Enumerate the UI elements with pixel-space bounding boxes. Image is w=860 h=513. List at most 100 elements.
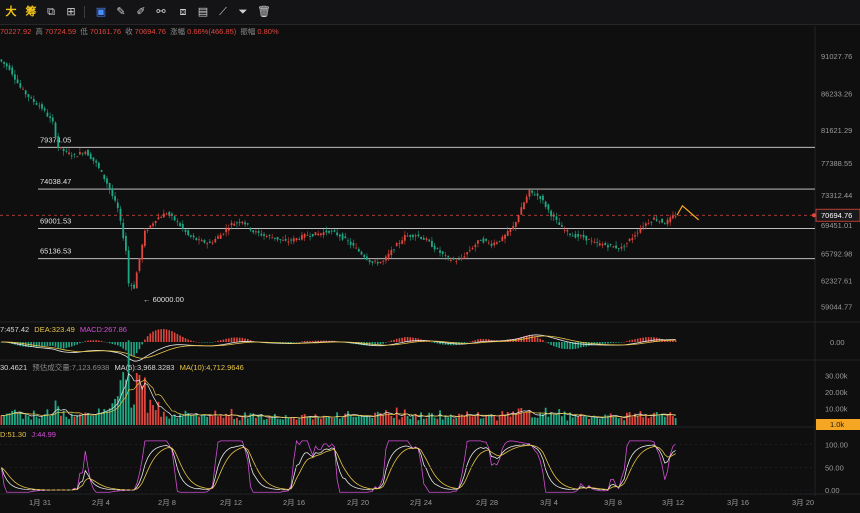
candle-body [54,122,57,137]
macd-bar [382,342,384,344]
macd-bar [395,338,398,342]
macd-bar [414,337,417,342]
macd-bar [81,342,84,343]
macd-bar [22,342,24,347]
candle-body [127,250,130,284]
price-axis-tick: 81621.29 [821,126,852,135]
volume-current-label: 1.0k [830,420,844,429]
candle-body [195,237,198,241]
macd-dea-value: DEA:323.49 [34,325,75,334]
macd-bar [116,342,119,346]
macd-bar [311,340,314,342]
volume-bar [644,414,647,425]
candle-body [325,230,328,233]
volume-ma10-line [1,379,676,419]
volume-bar [409,418,412,425]
candle-body [8,65,11,70]
candle-body [143,230,146,247]
volume-bar [108,408,111,425]
candle-body [355,247,357,249]
macd-header: 7:457.42 DEA:323.49 MACD:267.86 [0,324,130,335]
price-axis-tick: 91027.76 [821,52,852,61]
price-axis-tick: 86233.26 [821,90,852,99]
macd-bar [360,342,363,346]
macd-bar [179,335,181,342]
candle-body [257,231,260,233]
volume-bar [168,418,171,425]
candle-body [604,243,607,246]
candle-body [287,241,290,243]
candle-body [420,236,422,239]
candle-body [141,244,144,260]
candle-body [525,196,528,203]
volume-bar [246,418,249,425]
volume-bar [523,412,525,425]
candle-body [119,208,122,221]
date-axis-tick: 3月 16 [727,498,749,507]
candle-body [349,241,352,245]
candle-body [279,239,282,240]
volume-bar [11,410,14,425]
macd-bar [192,341,195,342]
candle-body [252,230,255,233]
candle-body [501,236,504,241]
candle-body [428,239,431,242]
candle-body [542,195,544,201]
volume-bar [241,415,244,425]
candle-body [238,221,241,223]
volume-bar [352,416,355,425]
volume-bar [468,416,471,425]
volume-bar [390,415,393,425]
macd-bar [114,342,116,345]
candle-body [517,215,520,222]
candle-body [265,236,268,238]
price-axis-tick: 77388.55 [821,159,852,168]
volume-axis-tick: 20.00k [825,388,848,397]
volume-bar [666,414,669,425]
candle-body [122,222,125,239]
volume-bar [349,415,352,425]
candle-body [636,232,639,234]
candle-body [344,236,347,238]
volume-bar [604,414,607,425]
candle-body [644,223,647,226]
price-axis-tick: 62327.61 [821,277,852,286]
macd-bar [466,342,468,343]
candle-body [38,105,41,107]
volume-bar [276,418,279,425]
chart-canvas[interactable]: 91027.76 86233.26 81621.29 77388.55 73312.44… [0,0,860,513]
candle-body [617,248,620,249]
candle-body [625,242,628,244]
candle-body [284,238,287,241]
volume-bar [547,416,550,425]
macd-bar [404,337,406,342]
volume-bar [455,417,458,425]
candle-body [425,238,428,240]
macd-bar [542,340,544,342]
volume-bar [309,417,311,425]
volume-bar [268,417,271,425]
candle-body [78,152,81,155]
volume-bar [249,413,252,425]
candle-body [187,230,190,236]
candle-body [496,242,498,244]
macd-bar [536,337,539,342]
candle-body [631,238,634,240]
candle-body [387,253,390,258]
candle-body [577,234,580,237]
candle-body [512,226,515,230]
candle-body [273,237,276,239]
candle-body [173,216,176,221]
volume-bar [447,417,450,425]
date-axis-tick: 2月 24 [410,498,432,507]
macd-bar [293,342,295,343]
candle-body [282,240,284,241]
macd-bar [230,337,233,342]
macd-bar [431,342,433,343]
volume-bar [219,415,222,425]
candle-body [371,261,374,263]
volume-bar [192,415,195,425]
candle-body [11,67,14,75]
volume-bar [306,416,309,425]
volume-bar [517,408,520,425]
